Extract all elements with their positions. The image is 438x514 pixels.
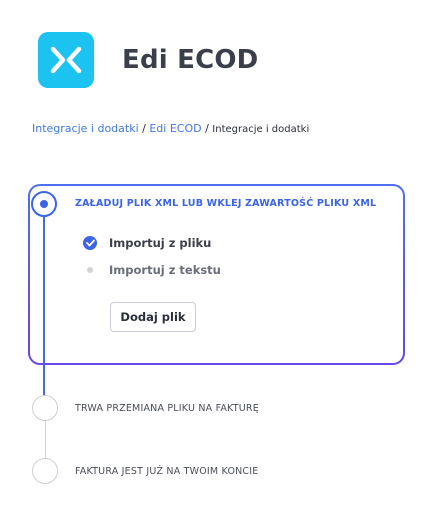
timeline-connector xyxy=(45,420,46,462)
breadcrumb-link-integrations[interactable]: Integracje i dodatki xyxy=(32,122,139,135)
option-import-from-text[interactable]: Importuj z tekstu xyxy=(83,263,221,277)
option-import-from-file[interactable]: Importuj z pliku xyxy=(83,236,211,250)
app-header: Edi ECOD xyxy=(38,32,258,88)
step-1-indicator xyxy=(31,191,57,217)
step-3-title: FAKTURA JEST JUŻ NA TWOIM KONCIE xyxy=(75,466,259,477)
option-label: Importuj z tekstu xyxy=(109,263,221,277)
option-label: Importuj z pliku xyxy=(109,236,212,250)
step-1-title: ZAŁADUJ PLIK XML LUB WKLEJ ZAWARTOŚĆ PLI… xyxy=(75,198,377,209)
breadcrumb: Integracje i dodatki / Edi ECOD / Integr… xyxy=(32,122,309,135)
check-circle-icon xyxy=(83,236,97,250)
radio-dot-icon xyxy=(83,263,97,277)
breadcrumb-separator: / xyxy=(138,122,150,135)
breadcrumb-separator: / xyxy=(201,122,213,135)
ecod-logo-icon xyxy=(38,32,94,88)
add-file-button[interactable]: Dodaj plik xyxy=(110,302,196,332)
breadcrumb-current: Integracje i dodatki xyxy=(212,124,310,135)
step-2-title: TRWA PRZEMIANA PLIKU NA FAKTURĘ xyxy=(75,403,259,414)
step-2-indicator xyxy=(32,395,58,421)
step-3-indicator xyxy=(32,458,58,484)
breadcrumb-link-edi-ecod[interactable]: Edi ECOD xyxy=(149,122,201,135)
timeline-connector-active xyxy=(43,216,45,408)
page-title: Edi ECOD xyxy=(122,45,259,75)
